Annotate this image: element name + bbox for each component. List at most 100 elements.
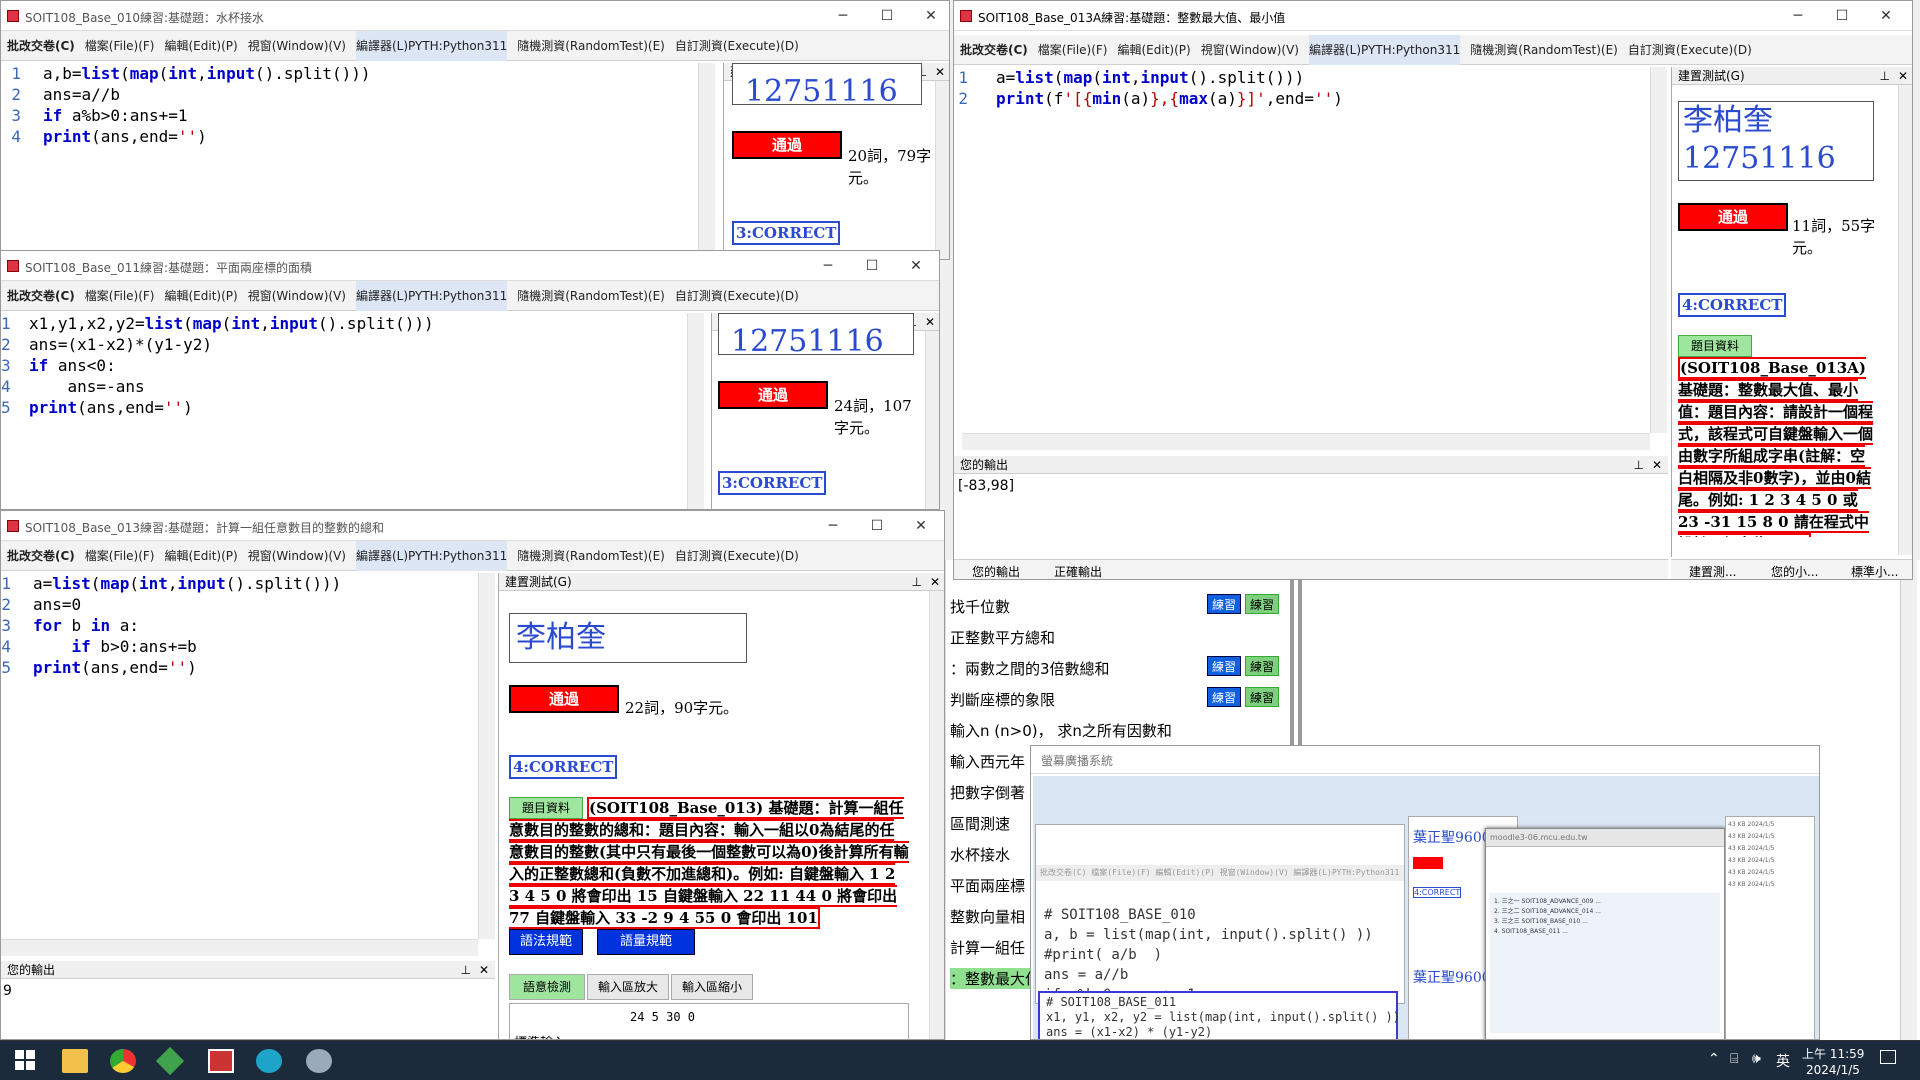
menu-file[interactable]: 檔案(File)(F) — [85, 541, 155, 571]
exercise-item[interactable]: ：兩數之間的3倍數總和 — [950, 658, 1110, 679]
syntax-rules-button[interactable]: 語法規範 — [509, 929, 583, 955]
minimize-button[interactable]: ─ — [811, 515, 855, 537]
maximize-button[interactable]: ☐ — [855, 515, 899, 537]
scrollbar[interactable] — [1898, 85, 1912, 555]
input-enlarge-tab[interactable]: 輸入區放大 — [587, 974, 669, 1000]
exercise-item[interactable]: 整數向量相 — [950, 906, 1025, 927]
exercise-item[interactable]: 平面兩座標 — [950, 875, 1025, 896]
menu-compiler[interactable]: 編譯器(L)PYTH:Python311 — [355, 541, 508, 571]
edge-icon[interactable] — [256, 1049, 282, 1073]
scrollbar[interactable] — [698, 63, 715, 259]
exercise-item[interactable]: 正整數平方總和 — [950, 627, 1055, 648]
scrollbar[interactable] — [478, 573, 495, 939]
tab-output-small[interactable]: 您的小... — [1771, 563, 1818, 579]
app-icon[interactable] — [208, 1049, 234, 1073]
menu-file[interactable]: 檔案(File)(F) — [1038, 35, 1108, 65]
exercise-item[interactable]: 判斷座標的象限 — [950, 689, 1055, 710]
editor-window-011[interactable]: SOIT108_Base_011練習:基礎題：平面兩座標的面積 ─ ☐ ✕ 批改… — [0, 250, 940, 510]
exercise-item[interactable]: 把數字倒著 — [950, 782, 1025, 803]
menu-submit[interactable]: 批改交卷(C) — [7, 541, 75, 571]
semantic-check-tab[interactable]: 語意檢測 — [509, 974, 585, 1000]
menu-custom-test[interactable]: 自訂測資(Execute)(D) — [675, 541, 799, 571]
close-icon[interactable]: ✕ — [935, 63, 945, 81]
menu-random-test[interactable]: 隨機測資(RandomTest)(E) — [517, 281, 665, 311]
practice-button[interactable]: 練習 — [1207, 687, 1241, 707]
practice-button[interactable]: 練習 — [1245, 656, 1279, 676]
clock-date[interactable]: 2024/1/5 — [1806, 1063, 1860, 1077]
close-button[interactable]: ✕ — [899, 515, 943, 537]
scrollbar[interactable] — [929, 591, 944, 1039]
menu-submit[interactable]: 批改交卷(C) — [960, 35, 1028, 65]
menu-random-test[interactable]: 隨機測資(RandomTest)(E) — [517, 31, 665, 61]
problem-info-button[interactable]: 題目資料 — [1678, 335, 1752, 357]
notification-icon[interactable] — [1880, 1050, 1896, 1064]
tray-chevron-icon[interactable]: ⌃ — [1708, 1051, 1720, 1067]
menu-random-test[interactable]: 隨機測資(RandomTest)(E) — [1470, 35, 1618, 65]
menu-edit[interactable]: 編輯(Edit)(P) — [165, 31, 238, 61]
close-button[interactable]: ✕ — [1864, 5, 1908, 27]
chrome-icon[interactable] — [110, 1049, 136, 1073]
scrollbar[interactable] — [687, 313, 704, 509]
input-shrink-tab[interactable]: 輸入區縮小 — [671, 974, 753, 1000]
minimize-button[interactable]: ─ — [1776, 5, 1820, 27]
practice-button[interactable]: 練習 — [1207, 656, 1241, 676]
minimize-button[interactable]: ─ — [821, 5, 865, 27]
menu-submit[interactable]: 批改交卷(C) — [7, 281, 75, 311]
editor-window-013a[interactable]: SOIT108_Base_013A練習:基礎題：整數最大值、最小值 ─ ☐ ✕ … — [953, 0, 1913, 580]
windows-start-icon[interactable] — [14, 1049, 36, 1071]
menu-submit[interactable]: 批改交卷(C) — [7, 31, 75, 61]
scrollbar[interactable] — [1, 939, 478, 956]
editor-window-013[interactable]: SOIT108_Base_013練習:基礎題：計算一組任意數目的整數的總和 ─ … — [0, 510, 945, 1040]
close-icon[interactable]: ✕ — [925, 313, 935, 331]
menu-edit[interactable]: 編輯(Edit)(P) — [1118, 35, 1191, 65]
menu-compiler[interactable]: 編譯器(L)PYTH:Python311 — [355, 31, 508, 61]
exercise-item[interactable]: 輸入n (n>0)， 求n之所有因數和 — [950, 720, 1172, 741]
exercise-item[interactable]: 計算一組任 — [950, 937, 1025, 958]
menu-custom-test[interactable]: 自訂測資(Execute)(D) — [675, 31, 799, 61]
broadcast-app-icon[interactable] — [306, 1049, 332, 1073]
file-explorer-icon[interactable] — [62, 1049, 88, 1073]
maximize-button[interactable]: ☐ — [850, 255, 894, 277]
exercise-item[interactable]: 找千位數 — [950, 596, 1010, 617]
close-icon[interactable]: ✕ — [1898, 67, 1908, 85]
language-indicator[interactable]: 英 — [1776, 1051, 1790, 1071]
scrollbar[interactable] — [962, 433, 1650, 450]
menu-custom-test[interactable]: 自訂測資(Execute)(D) — [1628, 35, 1752, 65]
volume-icon[interactable]: 🕪 — [1752, 1051, 1761, 1067]
close-button[interactable]: ✕ — [894, 255, 938, 277]
std-input-area[interactable]: 標準輸入 24 5 30 0 — [509, 1003, 909, 1039]
practice-button[interactable]: 練習 — [1207, 594, 1241, 614]
exercise-item[interactable]: 水杯接水 — [950, 844, 1010, 865]
menu-file[interactable]: 檔案(File)(F) — [85, 281, 155, 311]
scrollbar[interactable] — [925, 331, 939, 509]
pin-icon[interactable]: ⊥ — [1880, 67, 1890, 85]
menu-window[interactable]: 視窗(Window)(V) — [1201, 35, 1299, 65]
clock-time[interactable]: 上午 11:59 — [1802, 1045, 1864, 1062]
pin-icon[interactable]: ⊥ — [1634, 456, 1644, 474]
maximize-button[interactable]: ☐ — [865, 5, 909, 27]
menu-random-test[interactable]: 隨機測資(RandomTest)(E) — [517, 541, 665, 571]
menu-window[interactable]: 視窗(Window)(V) — [248, 541, 346, 571]
screen-broadcast-window[interactable]: 螢幕廣播系統 批改交卷(C) 檔案(File)(F) 編輯(Edit)(P) 視… — [1030, 745, 1820, 1040]
tab-std-small[interactable]: 標準小... — [1851, 563, 1898, 579]
menu-edit[interactable]: 編輯(Edit)(P) — [165, 541, 238, 571]
menu-compiler[interactable]: 編譯器(L)PYTH:Python311 — [1308, 35, 1461, 65]
menu-window[interactable]: 視窗(Window)(V) — [248, 281, 346, 311]
pin-icon[interactable]: ⊥ — [461, 961, 471, 979]
exercise-item[interactable]: 區間測速 — [950, 813, 1010, 834]
maximize-button[interactable]: ☐ — [1820, 5, 1864, 27]
minimize-button[interactable]: ─ — [806, 255, 850, 277]
tab-correct-output[interactable]: 正確輸出 — [1054, 563, 1102, 579]
close-icon[interactable]: ✕ — [930, 573, 940, 591]
volume-rules-button[interactable]: 語量規範 — [597, 929, 695, 955]
close-icon[interactable]: ✕ — [1652, 456, 1662, 474]
close-button[interactable]: ✕ — [909, 5, 949, 27]
menu-compiler[interactable]: 編譯器(L)PYTH:Python311 — [355, 281, 508, 311]
menu-file[interactable]: 檔案(File)(F) — [85, 31, 155, 61]
scrollbar[interactable] — [1650, 67, 1667, 433]
tab-build[interactable]: 建置測... — [1689, 563, 1736, 579]
network-icon[interactable]: ⌸ — [1730, 1051, 1738, 1067]
menu-custom-test[interactable]: 自訂測資(Execute)(D) — [675, 281, 799, 311]
practice-button[interactable]: 練習 — [1245, 594, 1279, 614]
practice-button[interactable]: 練習 — [1245, 687, 1279, 707]
